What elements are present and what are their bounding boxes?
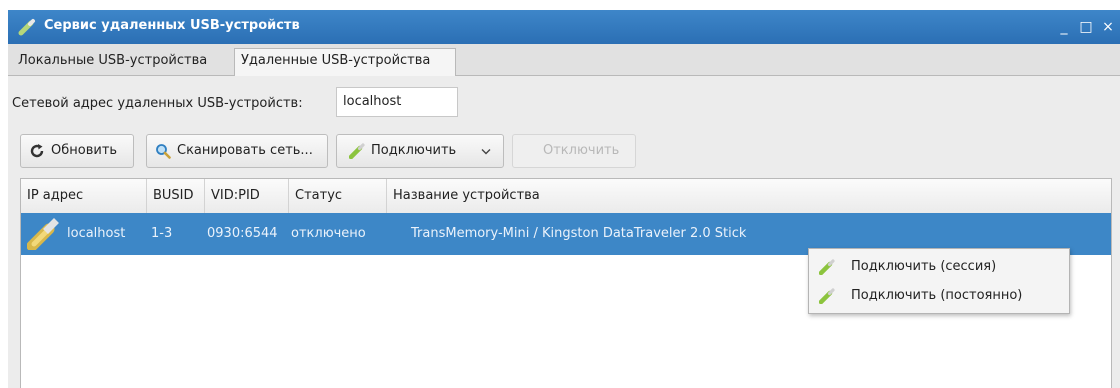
tab-bar: Локальные USB-устройства Удаленные USB-у… <box>8 44 1120 76</box>
scan-network-label: Сканировать сеть... <box>177 143 313 158</box>
title-bar[interactable]: Сервис удаленных USB-устройств _ □ × <box>8 10 1120 44</box>
refresh-button[interactable]: Обновить <box>20 134 134 168</box>
tab-remote-usb[interactable]: Удаленные USB-устройства <box>234 48 456 76</box>
cell-busid: 1-3 <box>151 226 173 241</box>
disconnect-label: Отключить <box>543 143 620 158</box>
usb-plug-icon <box>349 143 365 159</box>
maximize-button[interactable]: □ <box>1076 17 1096 37</box>
column-header-device-name[interactable]: Название устройства <box>387 179 1111 213</box>
app-window: Сервис удаленных USB-устройств _ □ × Лок… <box>8 10 1120 388</box>
menu-item-label: Подключить (постоянно) <box>851 288 1023 303</box>
usb-plug-icon <box>18 19 35 36</box>
column-header-status[interactable]: Статус <box>289 179 387 213</box>
usb-stick-icon <box>27 218 59 250</box>
chevron-down-icon[interactable] <box>481 148 491 156</box>
address-label: Сетевой адрес удаленных USB-устройств: <box>12 96 303 111</box>
refresh-label: Обновить <box>51 143 118 158</box>
column-header-vidpid[interactable]: VID:PID <box>205 179 289 213</box>
magnifier-icon <box>156 144 171 159</box>
usb-plug-icon <box>819 288 835 304</box>
menu-item-label: Подключить (сессия) <box>851 259 997 274</box>
cell-ip: localhost <box>67 226 126 241</box>
address-input[interactable]: localhost <box>336 87 458 117</box>
cell-vidpid: 0930:6544 <box>207 226 278 241</box>
connect-label: Подключить <box>371 143 457 158</box>
tab-local-usb[interactable]: Локальные USB-устройства <box>12 49 228 75</box>
table-header: IP адрес BUSID VID:PID Статус Название у… <box>21 179 1111 214</box>
column-header-ip[interactable]: IP адрес <box>21 179 147 213</box>
minimize-button[interactable]: _ <box>1054 17 1074 37</box>
disconnect-button[interactable]: Отключить <box>512 134 636 168</box>
cell-device-name: TransMemory-Mini / Kingston DataTraveler… <box>411 226 747 241</box>
cell-status: отключено <box>291 226 366 241</box>
connect-button[interactable]: Подключить <box>336 134 504 168</box>
scan-network-button[interactable]: Сканировать сеть... <box>146 134 328 168</box>
usb-plug-icon <box>819 259 835 275</box>
connect-context-menu: Подключить (сессия) Подключить (постоянн… <box>808 248 1070 314</box>
refresh-icon <box>30 144 44 158</box>
window-title: Сервис удаленных USB-устройств <box>44 18 300 33</box>
menu-item-connect-session[interactable]: Подключить (сессия) <box>809 253 1069 281</box>
menu-item-connect-permanent[interactable]: Подключить (постоянно) <box>809 282 1069 310</box>
remote-usb-panel: Сетевой адрес удаленных USB-устройств: l… <box>8 76 1120 388</box>
column-header-busid[interactable]: BUSID <box>147 179 205 213</box>
close-button[interactable]: × <box>1098 17 1118 37</box>
